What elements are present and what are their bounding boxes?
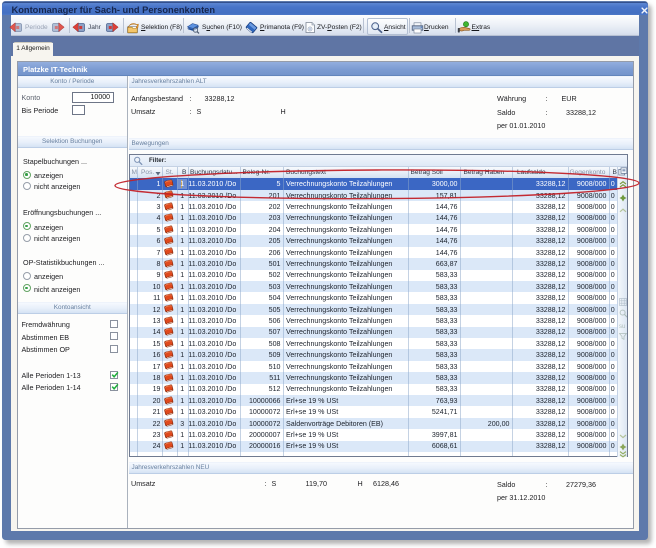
svg-text:su: su [619,324,625,330]
